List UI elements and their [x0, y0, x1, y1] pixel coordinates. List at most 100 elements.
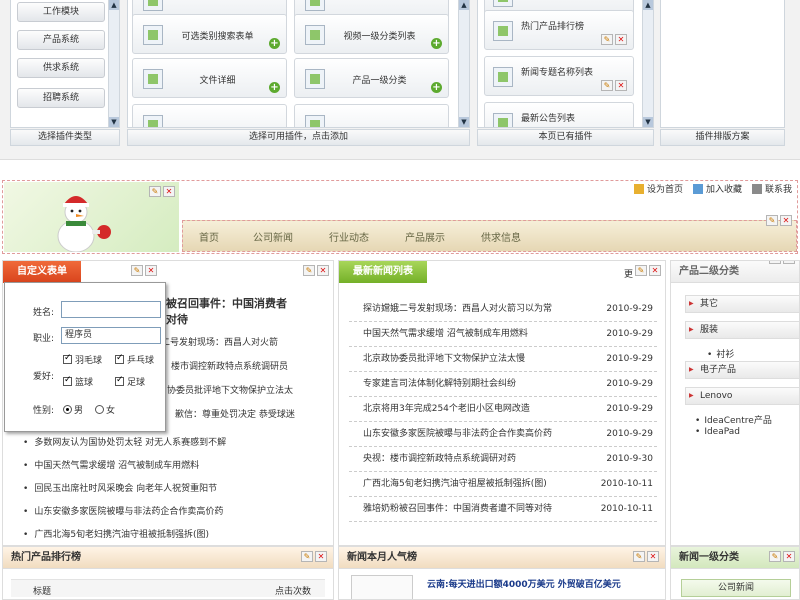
plugin-type-button[interactable]: 工作模块: [17, 2, 105, 22]
news-row[interactable]: 中国天然气需求缓增 沼气被制成车用燃料2010-9-29: [349, 322, 657, 347]
news-item[interactable]: 多数网友认为国协处罚太轻 对无人系赛感到不解: [23, 435, 226, 448]
job-select[interactable]: 程序员: [61, 327, 161, 344]
news-row[interactable]: 广西北海5旬老妇携汽油守祖屋被抵制强拆(图)2010-10-11: [349, 472, 657, 497]
delete-icon[interactable]: ✕: [163, 186, 175, 197]
delete-icon[interactable]: ✕: [649, 265, 661, 276]
category-item[interactable]: IdeaCentre产品: [695, 413, 772, 426]
scroll-up-icon[interactable]: ▲: [459, 0, 469, 10]
plugin-type-button[interactable]: 供求系统: [17, 58, 105, 78]
delete-icon[interactable]: ✕: [783, 551, 795, 562]
nav-item-industry[interactable]: 行业动态: [329, 229, 369, 244]
scroll-down-icon[interactable]: ▼: [109, 117, 119, 127]
layout-scheme-list: [660, 0, 785, 128]
nav-item-home[interactable]: 首页: [199, 229, 219, 244]
hobby-checkbox[interactable]: 乒乓球: [115, 353, 154, 366]
delete-icon[interactable]: ✕: [615, 34, 627, 45]
add-plugin-icon[interactable]: +: [269, 38, 280, 49]
news-row[interactable]: 专家建言司法体制化解特别期社会纠纷2010-9-29: [349, 372, 657, 397]
scroll-down-icon[interactable]: ▼: [643, 117, 653, 127]
hobby-checkbox[interactable]: 羽毛球: [63, 353, 102, 366]
box-title: 热门产品排行榜: [3, 547, 333, 569]
plugin-card[interactable]: 产品一级分类 +: [294, 58, 449, 98]
scroll-up-icon[interactable]: ▲: [109, 0, 119, 10]
nav-item-company-news[interactable]: 公司新闻: [253, 229, 293, 244]
popular-news-box: 新闻本月人气榜 ✎ ✕ 云南:每天进出口额4000万美元 外贸破百亿美元: [338, 546, 666, 600]
news-row[interactable]: 北京将用3年完成254个老旧小区电网改造2010-9-29: [349, 397, 657, 422]
name-input[interactable]: [61, 301, 161, 318]
delete-icon[interactable]: ✕: [780, 215, 792, 226]
news-row[interactable]: 雅培奶粉被召回事件：中国消费者遭不同等对待2010-10-11: [349, 497, 657, 522]
delete-icon[interactable]: ✕: [615, 80, 627, 91]
scroll-down-icon[interactable]: ▼: [459, 117, 469, 127]
category-group[interactable]: 服装: [685, 321, 799, 339]
edit-icon[interactable]: ✎: [601, 80, 613, 91]
contact-link[interactable]: 联系我: [751, 182, 792, 195]
news-row[interactable]: 山东安徽多家医院被曝与非法药企合作卖高价药2010-9-29: [349, 422, 657, 447]
add-plugin-icon[interactable]: +: [431, 82, 442, 93]
hobby-checkbox[interactable]: 篮球: [63, 375, 93, 388]
category-item[interactable]: IdeaPad: [695, 427, 740, 437]
delete-icon[interactable]: ✕: [317, 265, 329, 276]
nav-item-supply[interactable]: 供求信息: [481, 229, 521, 244]
edit-icon[interactable]: ✎: [633, 551, 645, 562]
news-category-button[interactable]: 公司新闻: [681, 579, 791, 597]
category-group[interactable]: 其它: [685, 295, 799, 313]
scrollbar[interactable]: ▲ ▼: [642, 0, 653, 127]
news-row[interactable]: 央视：楼市调控新政特点系统调研对药2010-9-30: [349, 447, 657, 472]
news-thumb-image[interactable]: [351, 575, 413, 599]
scrollbar[interactable]: ▲ ▼: [108, 0, 119, 127]
plugin-thumb-icon: [305, 25, 325, 45]
set-homepage-link[interactable]: 设为首页: [633, 182, 683, 195]
add-plugin-icon[interactable]: +: [431, 38, 442, 49]
delete-icon[interactable]: ✕: [145, 265, 157, 276]
category-group[interactable]: 电子产品: [685, 361, 799, 379]
edit-icon[interactable]: ✎: [766, 215, 778, 226]
plugin-card[interactable]: 可选类别搜索表单 +: [132, 14, 287, 54]
current-plugin-card[interactable]: 最新公告列表: [484, 102, 634, 127]
edit-icon[interactable]: ✎: [769, 261, 781, 264]
plugin-card[interactable]: [294, 104, 449, 127]
plugin-card[interactable]: 视频一级分类列表 +: [294, 14, 449, 54]
news-row[interactable]: 探访嫦娥二号发射现场：西昌人对火箭习以为常2010-9-29: [349, 297, 657, 322]
news-item[interactable]: 山东安徽多家医院被曝与非法药企合作卖高价药: [23, 504, 223, 517]
edit-icon[interactable]: ✎: [303, 265, 315, 276]
edit-icon[interactable]: ✎: [149, 186, 161, 197]
edit-icon[interactable]: ✎: [769, 551, 781, 562]
headline-line[interactable]: 协委员批评地下文物保护立法太: [167, 383, 293, 396]
gender-radio-female[interactable]: 女: [95, 403, 115, 416]
delete-icon[interactable]: ✕: [783, 261, 795, 264]
available-plugin-list: 可选类别搜索表单 + 视频一级分类列表 + 文件详细 + 产品一级分类 + ▲ …: [127, 0, 470, 128]
headline-line[interactable]: 二号发射现场：西昌人对火箭: [161, 335, 278, 348]
gender-radio-male[interactable]: 男: [63, 403, 83, 416]
edit-icon[interactable]: ✎: [635, 265, 647, 276]
category-group[interactable]: Lenovo: [685, 387, 799, 405]
category-item[interactable]: 衬衫: [707, 347, 734, 360]
nav-item-products[interactable]: 产品展示: [405, 229, 445, 244]
news-item[interactable]: 回民玉出席社时风采晚会 向老年人祝贺重阳节: [23, 481, 217, 494]
news-item[interactable]: 广西北海5旬老妇携汽油守祖被抵制强拆(图): [23, 527, 209, 540]
column-header-title: 标题: [33, 587, 52, 597]
plugin-card[interactable]: 文件详细 +: [132, 58, 287, 98]
hobby-checkbox[interactable]: 足球: [115, 375, 145, 388]
delete-icon[interactable]: ✕: [315, 551, 327, 562]
delete-icon[interactable]: ✕: [647, 551, 659, 562]
add-favorite-link[interactable]: 加入收藏: [692, 182, 742, 195]
plugin-card[interactable]: [132, 104, 287, 127]
current-plugin-card[interactable]: 新闻专题名称列表 ✎ ✕: [484, 56, 634, 96]
headline-line[interactable]: 楼市调控新政特点系统调研员: [171, 359, 288, 372]
current-plugin-card[interactable]: 热门产品排行榜 ✎ ✕: [484, 10, 634, 50]
news-row[interactable]: 北京政协委员批评地下文物保护立法太慢2010-9-29: [349, 347, 657, 372]
scrollbar[interactable]: ▲ ▼: [458, 0, 469, 127]
popular-news-headline[interactable]: 云南:每天进出口额4000万美元 外贸破百亿美元: [427, 577, 621, 590]
edit-icon[interactable]: ✎: [601, 34, 613, 45]
edit-icon[interactable]: ✎: [301, 551, 313, 562]
more-link[interactable]: 更: [624, 267, 633, 280]
scroll-up-icon[interactable]: ▲: [643, 0, 653, 10]
plugin-type-button[interactable]: 招聘系统: [17, 88, 105, 108]
news-item[interactable]: 中国天然气需求缓增 沼气被制成车用燃料: [23, 458, 199, 471]
headline-title[interactable]: 粉被召回事件：中国消费者: [155, 295, 287, 311]
plugin-type-button[interactable]: 产品系统: [17, 30, 105, 50]
add-plugin-icon[interactable]: +: [269, 82, 280, 93]
headline-line[interactable]: 歉信：尊重处罚决定 恭受球迷: [175, 407, 295, 420]
edit-icon[interactable]: ✎: [131, 265, 143, 276]
